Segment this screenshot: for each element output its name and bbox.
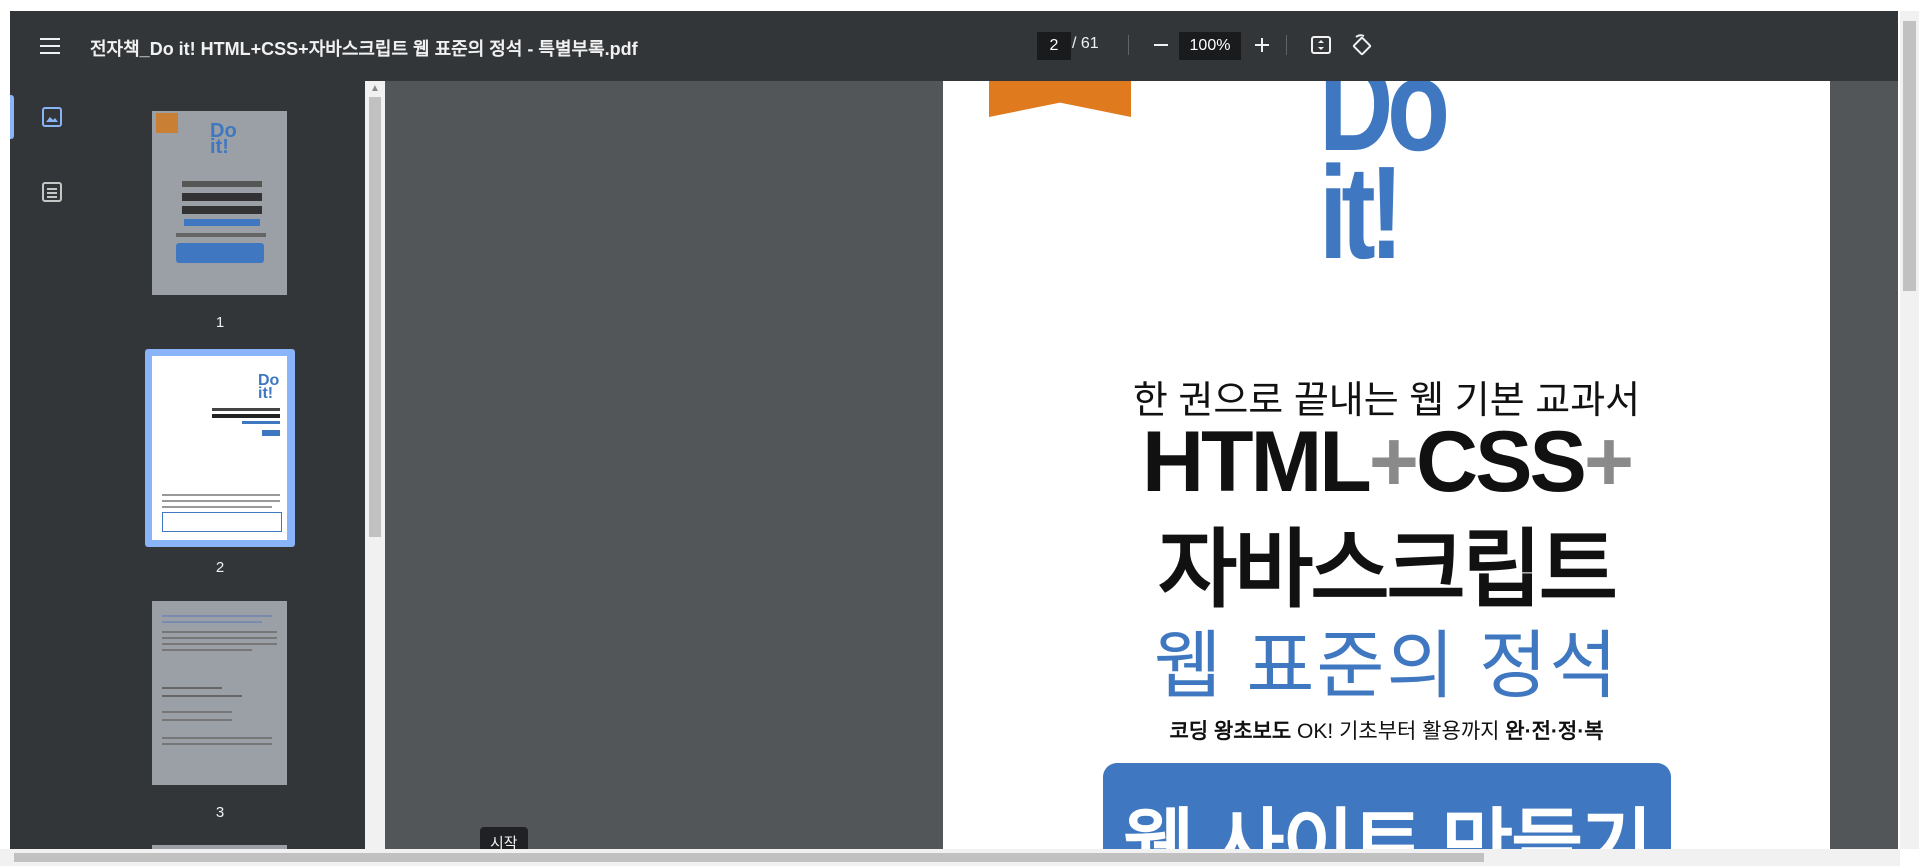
tagline-ok: OK! bbox=[1291, 720, 1340, 743]
sidebar-scrollbar-thumb[interactable] bbox=[369, 97, 381, 537]
tagline-bold-1: 코딩 왕초보도 bbox=[1169, 720, 1292, 743]
horizontal-scrollbar[interactable] bbox=[0, 849, 1900, 866]
tooltip: 시작 bbox=[480, 827, 528, 849]
title-html: HTML bbox=[1141, 414, 1372, 510]
book-title-line-1: HTML+CSS+ bbox=[943, 413, 1830, 512]
scroll-up-arrow[interactable]: ▲ bbox=[370, 83, 380, 94]
blue-banner: 웹 사이트 만들기 bbox=[1103, 763, 1671, 849]
toolbar: 전자책_Do it! HTML+CSS+자바스크립트 웹 표준의 정석 - 특별… bbox=[10, 11, 1898, 81]
toolbar-divider bbox=[1286, 35, 1287, 55]
plus-sign: + bbox=[1583, 414, 1634, 510]
document-title: 전자책_Do it! HTML+CSS+자바스크립트 웹 표준의 정석 - 특별… bbox=[90, 39, 638, 59]
thumbnail-label: 3 bbox=[215, 804, 225, 821]
do-it-logo: Do it! bbox=[1319, 81, 1450, 279]
book-title-line-3: 웹 표준의 정석 bbox=[1153, 624, 1620, 707]
outline-icon[interactable] bbox=[42, 182, 62, 207]
pdf-page: Do it! 한 권으로 끝내는 웹 기본 교과서 HTML+CSS+ 자바스크… bbox=[943, 81, 1830, 849]
title-css: CSS bbox=[1415, 414, 1587, 510]
plus-sign: + bbox=[1368, 414, 1419, 510]
page-total: / 61 bbox=[1072, 35, 1099, 52]
tagline-bold-2: 완·전·정·복 bbox=[1505, 720, 1604, 743]
tagline-middle: 기초부터 활용까지 bbox=[1339, 720, 1506, 743]
rotate-icon[interactable] bbox=[1350, 33, 1374, 62]
horizontal-scrollbar-thumb[interactable] bbox=[14, 853, 1484, 862]
zoom-out-icon[interactable] bbox=[1149, 33, 1173, 62]
pdf-viewer: 전자책_Do it! HTML+CSS+자바스크립트 웹 표준의 정석 - 특별… bbox=[10, 11, 1898, 849]
banner-text: 웹 사이트 만들기 bbox=[1123, 801, 1653, 849]
zoom-in-icon[interactable] bbox=[1250, 33, 1274, 62]
main-scrollbar[interactable] bbox=[1900, 11, 1919, 849]
orange-ribbon bbox=[989, 81, 1131, 117]
sidebar: Do it! 1 Do it! 2 3 bbox=[10, 81, 365, 849]
book-tagline: 코딩 왕초보도 OK! 기초부터 활용까지 완·전·정·복 bbox=[943, 715, 1830, 745]
page-number-input[interactable] bbox=[1037, 32, 1071, 60]
fit-page-icon[interactable] bbox=[1309, 33, 1333, 62]
thumbnail-image: Do it! bbox=[152, 111, 287, 295]
thumbnail-label: 2 bbox=[215, 559, 225, 576]
menu-icon[interactable] bbox=[38, 36, 62, 56]
thumbnail-image: Do it! bbox=[152, 356, 287, 540]
thumbnail-image bbox=[152, 601, 287, 785]
thumbnails-icon[interactable] bbox=[42, 107, 62, 132]
logo-line-2: it! bbox=[1319, 139, 1404, 286]
rail-active-indicator bbox=[10, 95, 14, 139]
main-scrollbar-thumb[interactable] bbox=[1903, 21, 1916, 291]
sidebar-scrollbar[interactable]: ▲ bbox=[365, 81, 385, 849]
thumbnail-label: 1 bbox=[215, 314, 225, 331]
toolbar-divider bbox=[1128, 35, 1129, 55]
zoom-input[interactable] bbox=[1179, 32, 1241, 60]
sidebar-rail bbox=[10, 81, 80, 849]
